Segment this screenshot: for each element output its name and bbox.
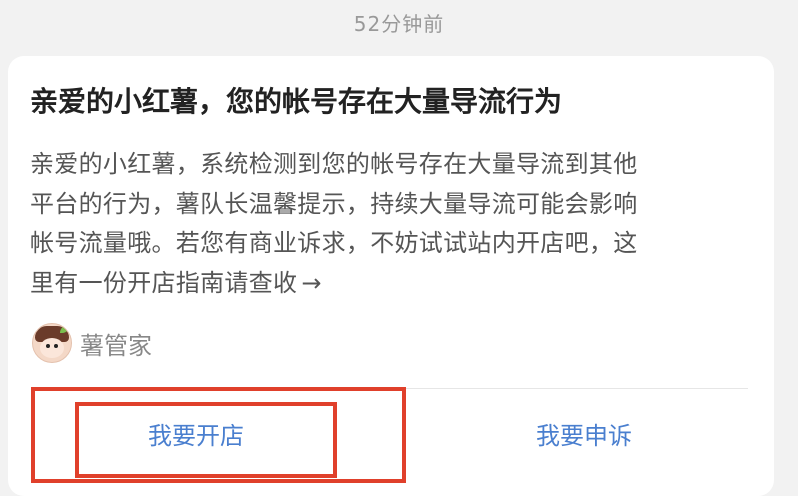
notification-title: 亲爱的小红薯，您的帐号存在大量导流行为 (30, 85, 563, 118)
body-line: 里有一份开店指南请查收 (30, 268, 298, 297)
appeal-button[interactable]: 我要申诉 (424, 408, 744, 464)
avatar-face (40, 338, 64, 358)
open-store-button[interactable]: 我要开店 (36, 408, 356, 464)
sender-info: 薯管家 (32, 323, 152, 363)
body-line: 亲爱的小红薯，系统检测到您的帐号存在大量导流到其他 (30, 150, 638, 178)
avatar-eye (46, 344, 50, 348)
notification-card[interactable]: 亲爱的小红薯，您的帐号存在大量导流行为 亲爱的小红薯，系统检测到您的帐号存在大量… (8, 56, 774, 496)
avatar-eye (54, 344, 58, 348)
sender-name: 薯管家 (80, 331, 152, 360)
notification-body[interactable]: 亲爱的小红薯，系统检测到您的帐号存在大量导流到其他 平台的行为，薯队长温馨提示，… (30, 145, 750, 303)
body-line-link[interactable]: 里有一份开店指南请查收 → (30, 264, 750, 304)
body-line: 帐号流量哦。若您有商业诉求，不妨试试站内开店吧，这 (30, 229, 638, 258)
message-timestamp: 52分钟前 (353, 12, 445, 36)
divider (32, 388, 748, 389)
arrow-right-icon: → (301, 268, 322, 297)
body-line: 平台的行为，薯队长温馨提示，持续大量导流可能会影响 (30, 189, 638, 218)
avatar (32, 323, 72, 363)
